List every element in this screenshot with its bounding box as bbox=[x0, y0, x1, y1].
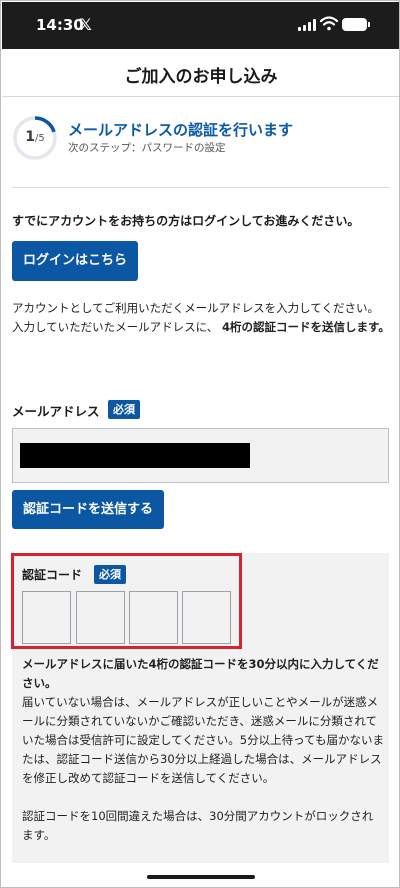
home-indicator bbox=[147, 875, 255, 879]
redacted-email-value bbox=[20, 443, 250, 468]
x-icon: 𝕏 bbox=[79, 15, 92, 34]
login-prompt: すでにアカウントをお持ちの方はログインしてお進みください。 bbox=[12, 214, 360, 228]
code-digit-1[interactable] bbox=[22, 591, 71, 644]
description-line2-bold: 4桁の認証コードを送信します。 bbox=[221, 320, 390, 334]
signal-icon bbox=[298, 19, 316, 31]
email-description: アカウントとしてご利用いただくメールアドレスを入力してください。 入力していただ… bbox=[12, 299, 392, 337]
description-line2: 入力していただいたメールアドレスに、 bbox=[12, 320, 219, 334]
required-badge: 必須 bbox=[108, 400, 140, 419]
section-divider bbox=[12, 187, 389, 188]
code-required-badge: 必須 bbox=[94, 565, 126, 584]
status-time: 14:30 bbox=[36, 16, 84, 34]
page-title: ご加入のお申し込み bbox=[124, 67, 278, 87]
code-label: 認証コード bbox=[22, 568, 83, 582]
wifi-icon bbox=[320, 16, 338, 31]
code-note-lock: 認証コードを10回間違えた場合は、30分間アカウントがロックされます。 bbox=[22, 809, 374, 842]
status-bar: 14:30 𝕏 bbox=[2, 2, 399, 49]
code-note-body: 届いていない場合は、メールアドレスが正しいことやメールが迷惑メールに分類されてい… bbox=[22, 695, 384, 785]
header-divider bbox=[2, 96, 399, 97]
step-counter: 1/5 bbox=[12, 129, 58, 145]
step-current: 1 bbox=[25, 129, 35, 145]
send-code-button[interactable]: 認証コードを送信する bbox=[12, 490, 164, 529]
description-line1: アカウントとしてご利用いただくメールアドレスを入力してください。 bbox=[12, 301, 379, 315]
code-digit-3[interactable] bbox=[129, 591, 178, 644]
next-step-label: 次のステップ：パスワードの設定 bbox=[68, 142, 226, 154]
code-digit-4[interactable] bbox=[182, 591, 231, 644]
code-note-bold: メールアドレスに届いた4桁の認証コードを30分以内に入力してください。 bbox=[22, 657, 379, 690]
battery-icon bbox=[342, 18, 370, 31]
step-title: メールアドレスの認証を行います bbox=[68, 121, 294, 139]
step-total: /5 bbox=[35, 133, 45, 144]
email-label: メールアドレス bbox=[12, 404, 100, 419]
login-button[interactable]: ログインはこちら bbox=[12, 241, 138, 281]
code-digit-2[interactable] bbox=[76, 591, 125, 644]
code-instructions: メールアドレスに届いた4桁の認証コードを30分以内に入力してください。 届いてい… bbox=[22, 655, 384, 845]
app-frame: 14:30 𝕏 ご加入のお申し込み 1/5 メールアドレスの認証を行います 次の… bbox=[0, 0, 400, 888]
